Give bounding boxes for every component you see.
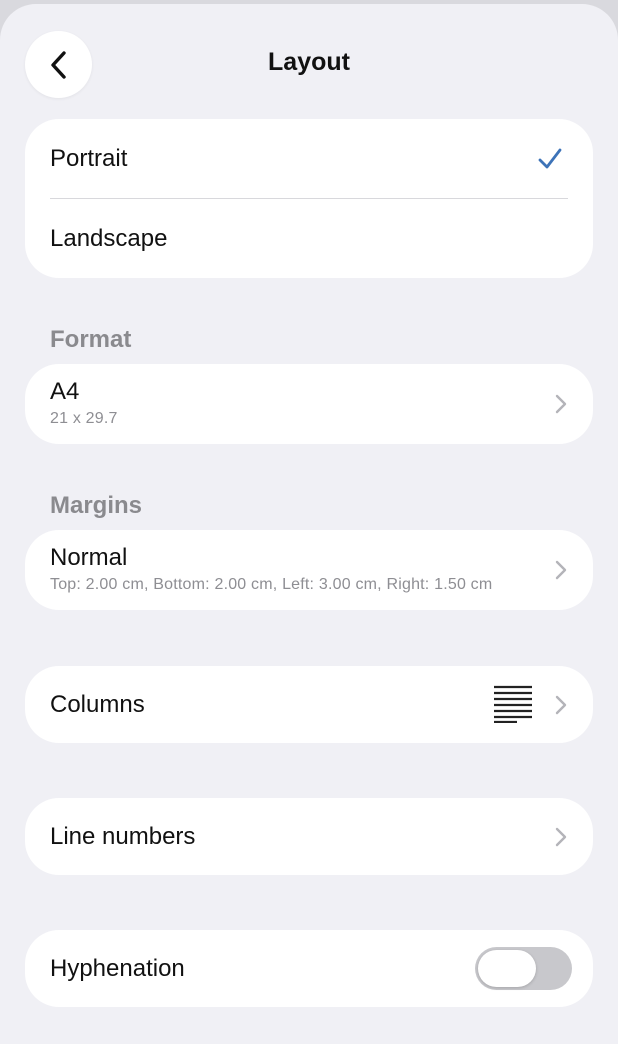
hyphenation-toggle[interactable]	[475, 947, 572, 990]
columns-row[interactable]: Columns	[25, 666, 593, 743]
margins-value: Normal	[50, 544, 128, 571]
nav-bar: Layout	[0, 4, 618, 124]
chevron-right-icon	[555, 560, 567, 580]
line-numbers-row[interactable]: Line numbers	[25, 798, 593, 875]
hyphenation-row: Hyphenation	[25, 930, 593, 1007]
page-title: Layout	[268, 48, 350, 76]
columns-lines-icon	[494, 685, 532, 723]
layout-sheet: Layout Portrait Landscape Format A4 21 x…	[0, 4, 618, 1044]
checkmark-icon	[538, 148, 562, 169]
chevron-right-icon	[555, 827, 567, 847]
columns-label: Columns	[50, 691, 145, 718]
format-section-title: Format	[50, 326, 132, 353]
chevron-right-icon	[555, 394, 567, 414]
line-numbers-label: Line numbers	[50, 823, 196, 850]
toggle-knob	[478, 950, 536, 987]
chevron-right-icon	[555, 695, 567, 715]
orientation-card: Portrait Landscape	[25, 119, 593, 278]
landscape-label: Landscape	[50, 225, 168, 252]
orientation-option-portrait[interactable]: Portrait	[25, 119, 593, 198]
hyphenation-label: Hyphenation	[50, 955, 185, 982]
format-detail: 21 x 29.7	[50, 410, 118, 427]
margins-section-title: Margins	[50, 492, 143, 519]
orientation-option-landscape[interactable]: Landscape	[25, 199, 593, 278]
portrait-label: Portrait	[50, 145, 128, 172]
margins-detail: Top: 2.00 cm, Bottom: 2.00 cm, Left: 3.0…	[50, 576, 493, 593]
format-row[interactable]: A4 21 x 29.7	[25, 364, 593, 444]
format-value: A4	[50, 378, 80, 405]
margins-row[interactable]: Normal Top: 2.00 cm, Bottom: 2.00 cm, Le…	[25, 530, 593, 610]
